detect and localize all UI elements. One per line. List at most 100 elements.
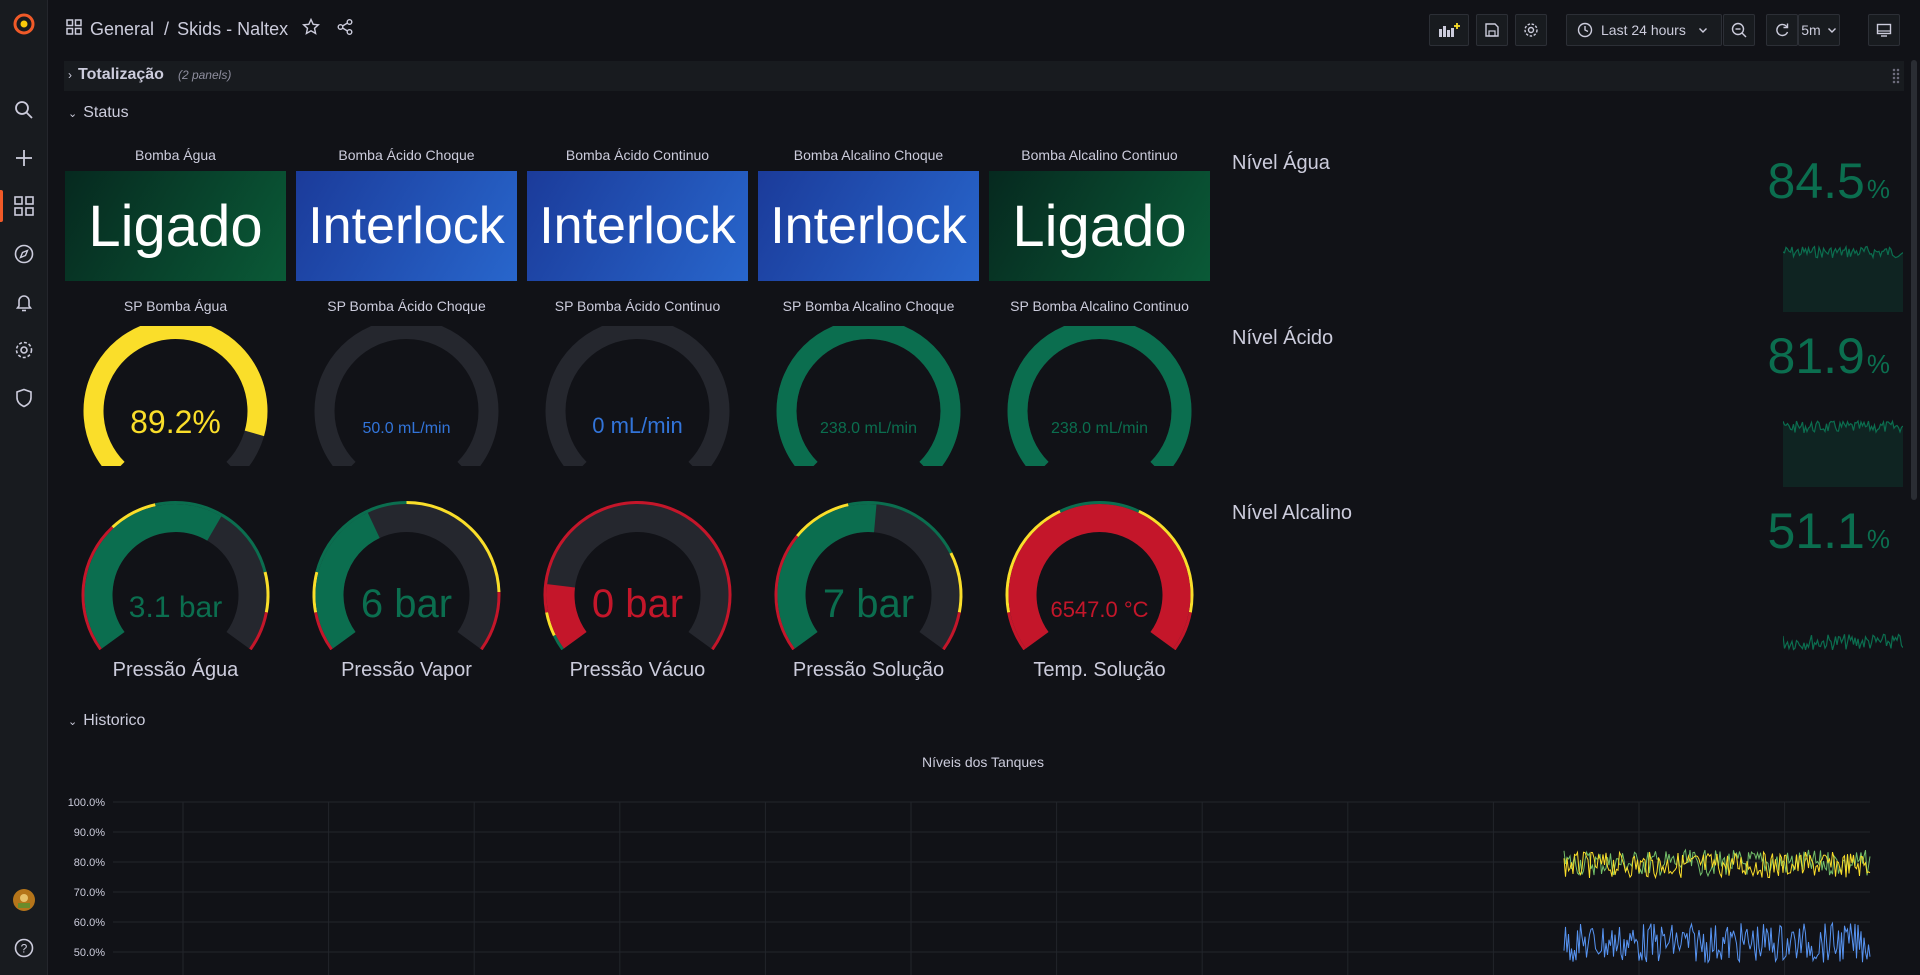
gauge-track <box>314 326 499 466</box>
gauge-value-arc <box>1007 326 1192 466</box>
settings-button[interactable] <box>1515 14 1547 46</box>
pressure-gauge: 6 bar <box>312 501 501 650</box>
time-range-label: Last 24 hours <box>1601 22 1686 38</box>
y-tick-label: 90.0% <box>74 827 105 839</box>
gauge-title[interactable]: SP Bomba Alcalino Choque <box>758 298 979 314</box>
refresh-interval-label: 5m <box>1801 22 1821 38</box>
y-tick-label: 80.0% <box>74 857 105 869</box>
row-header-historico[interactable]: ⌄ Historico <box>68 712 145 730</box>
row-panel-count: (2 panels) <box>177 68 232 82</box>
plus-icon[interactable] <box>12 146 36 170</box>
clock-icon <box>1577 22 1593 38</box>
gauge-value-arc <box>83 326 268 466</box>
stat-panel-value: Interlock <box>296 171 517 281</box>
level-panel-title[interactable]: Nível Água <box>1232 152 1330 175</box>
dashboards-grid-icon <box>66 19 82 40</box>
chevron-down-icon: ⌄ <box>68 715 78 728</box>
sp-gauge: 89.2% <box>83 326 268 466</box>
stat-panel-value: Ligado <box>989 171 1210 281</box>
row-title: Status <box>83 104 129 121</box>
stat-panel-value: Interlock <box>758 171 979 281</box>
row-header-totalizacao[interactable]: › Totalização (2 panels) <box>68 66 231 84</box>
sp-gauge: 50.0 mL/min <box>314 326 499 466</box>
search-icon[interactable] <box>12 98 36 122</box>
gauge-label: Pressão Vapor <box>341 659 472 681</box>
row-header-status[interactable]: ⌄ Status <box>68 104 129 122</box>
time-picker[interactable]: Last 24 hours <box>1566 14 1722 46</box>
gauge-value: 50.0 mL/min <box>362 420 450 437</box>
chevron-down-icon <box>1827 28 1836 33</box>
level-sparkline <box>1783 419 1903 487</box>
stat-panel-title[interactable]: Bomba Alcalino Continuo <box>989 147 1210 163</box>
gauge-value: 89.2% <box>130 404 221 440</box>
stat-panel-title[interactable]: Bomba Alcalino Choque <box>758 147 979 163</box>
explore-icon[interactable] <box>12 242 36 266</box>
grafana-logo-icon[interactable] <box>12 12 36 36</box>
level-sparkline <box>1783 633 1903 651</box>
y-tick-label: 70.0% <box>74 887 105 899</box>
add-panel-button[interactable] <box>1429 14 1469 46</box>
svg-text:?: ? <box>21 942 28 956</box>
pressure-gauge: 0 bar <box>543 501 732 650</box>
page-scrollbar[interactable] <box>1911 60 1917 500</box>
gauge-title[interactable]: SP Bomba Alcalino Continuo <box>989 298 1210 314</box>
share-icon[interactable] <box>336 18 354 41</box>
y-tick-label: 50.0% <box>74 947 105 959</box>
breadcrumb-separator: / <box>164 19 170 39</box>
gauge-value-arc <box>776 326 961 466</box>
dashboards-icon[interactable] <box>12 194 36 218</box>
chevron-down-icon <box>1698 28 1707 33</box>
level-value-unit: % <box>1866 524 1890 554</box>
zoom-out-button[interactable] <box>1723 14 1755 46</box>
star-icon[interactable] <box>302 17 321 41</box>
tv-mode-button[interactable] <box>1868 14 1900 46</box>
level-value-number: 81.9 <box>1767 328 1865 384</box>
y-tick-label: 60.0% <box>74 917 105 929</box>
top-navbar: General / Skids - Naltex Last 24 hours 5… <box>48 0 1920 60</box>
bell-icon[interactable] <box>12 290 36 314</box>
gear-icon[interactable] <box>12 338 36 362</box>
active-indicator <box>0 190 3 222</box>
gauge-value: 238.0 mL/min <box>820 420 917 437</box>
avatar[interactable] <box>12 888 36 912</box>
gauge-value: 0 mL/min <box>592 413 682 438</box>
refresh-button[interactable] <box>1766 14 1798 46</box>
row-title: Totalização <box>78 66 164 83</box>
breadcrumb-folder[interactable]: General <box>90 19 154 40</box>
gauge-title[interactable]: SP Bomba Ácido Choque <box>296 298 517 314</box>
gauge-value: 6 bar <box>361 582 452 626</box>
stat-panel-title[interactable]: Bomba Água <box>65 147 286 163</box>
chart-title: Níveis dos Tanques <box>922 754 1044 770</box>
level-panel-title[interactable]: Nível Ácido <box>1232 327 1333 350</box>
gauge-label: Temp. Solução <box>1033 659 1166 681</box>
row-totalizacao[interactable] <box>64 61 1904 91</box>
level-panel-value: 51.1% <box>1768 502 1890 560</box>
sp-gauge: 0 mL/min <box>545 326 730 466</box>
drag-handle-icon[interactable] <box>1892 68 1900 84</box>
stat-panel-title[interactable]: Bomba Ácido Choque <box>296 147 517 163</box>
gauge-value: 238.0 mL/min <box>1051 420 1148 437</box>
help-icon[interactable]: ? <box>12 936 36 960</box>
chevron-down-icon: ⌄ <box>68 107 78 120</box>
refresh-interval-picker[interactable]: 5m <box>1798 14 1840 46</box>
series-line <box>1563 848 1871 878</box>
gauge-title[interactable]: SP Bomba Ácido Continuo <box>527 298 748 314</box>
y-tick-label: 100.0% <box>68 797 106 809</box>
level-panel-title[interactable]: Nível Alcalino <box>1232 502 1352 525</box>
breadcrumb: General / Skids - Naltex <box>66 17 354 41</box>
chevron-right-icon: › <box>68 68 72 82</box>
gauge-title[interactable]: SP Bomba Água <box>65 298 286 314</box>
level-value-unit: % <box>1866 174 1890 204</box>
gauge-track <box>545 326 730 466</box>
gauge-value: 6547.0 °C <box>1050 597 1148 622</box>
sparkline-line <box>1783 633 1903 651</box>
gauge-value: 0 bar <box>592 582 683 626</box>
stat-panel-title[interactable]: Bomba Ácido Continuo <box>527 147 748 163</box>
gauge-value: 3.1 bar <box>129 591 222 624</box>
level-sparkline <box>1783 244 1903 312</box>
shield-icon[interactable] <box>12 386 36 410</box>
history-chart[interactable]: 100.0% 90.0% 80.0% 70.0% 60.0% 50.0% <box>48 785 1914 975</box>
breadcrumb-dashboard[interactable]: Skids - Naltex <box>177 19 288 40</box>
save-button[interactable] <box>1476 14 1508 46</box>
pressure-gauge: 3.1 bar <box>81 501 270 650</box>
